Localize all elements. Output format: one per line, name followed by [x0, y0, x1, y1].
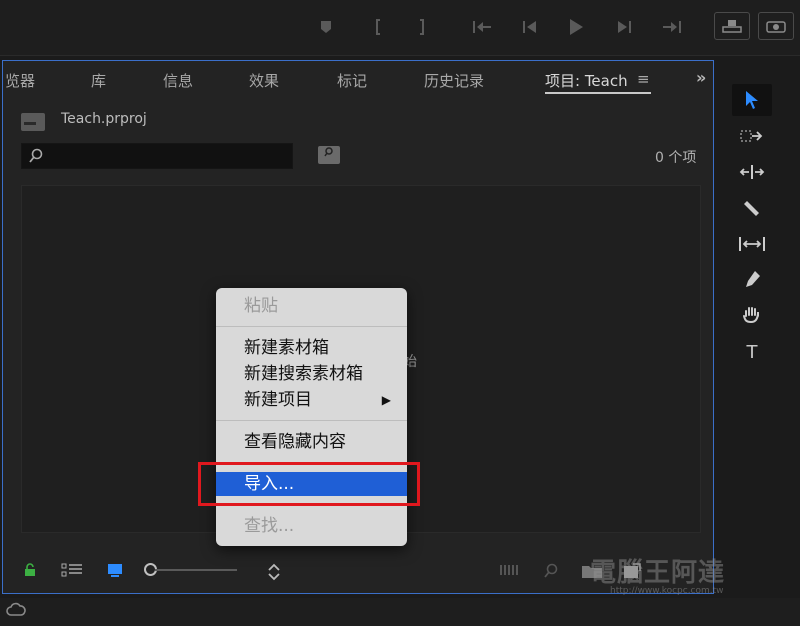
status-bar [0, 598, 800, 626]
transport-bar [0, 0, 800, 56]
panel-tabs: 览器 库 信息 效果 标记 历史记录 项目: Teach ≡ » [3, 61, 713, 99]
step-back-icon[interactable] [516, 14, 544, 40]
type-tool-icon[interactable]: T [732, 336, 772, 368]
go-to-in-icon[interactable] [468, 14, 496, 40]
tools-panel: T [724, 78, 788, 378]
list-view-icon[interactable] [61, 563, 83, 581]
menu-separator [216, 420, 407, 421]
razor-tool-icon[interactable] [732, 192, 772, 224]
automate-to-sequence-icon[interactable] [499, 563, 519, 581]
hand-tool-icon[interactable] [732, 300, 772, 332]
watermark-logo: 電腦王阿達 [590, 558, 726, 588]
icon-view-icon[interactable] [107, 563, 123, 581]
tab-effects[interactable]: 效果 [249, 70, 279, 91]
tab-history[interactable]: 历史记录 [424, 70, 484, 91]
annotation-highlight-box [198, 462, 420, 506]
out-point-icon[interactable] [408, 14, 436, 40]
menu-separator [216, 326, 407, 327]
play-icon[interactable] [562, 14, 590, 40]
project-file-icon [21, 113, 45, 131]
track-select-tool-icon[interactable] [732, 120, 772, 152]
menu-item-paste: 粘贴 [244, 296, 278, 316]
creative-cloud-icon[interactable] [6, 602, 26, 622]
go-to-out-icon[interactable] [658, 14, 686, 40]
tab-browser[interactable]: 览器 [5, 70, 35, 91]
pen-tool-icon[interactable] [732, 264, 772, 296]
panel-menu-icon[interactable]: ≡ [637, 70, 650, 88]
insert-icon[interactable] [714, 12, 750, 40]
menu-item-new-item[interactable]: 新建项目 ▶ [216, 388, 407, 412]
new-search-bin-icon[interactable] [318, 146, 340, 164]
in-point-icon[interactable] [364, 14, 392, 40]
item-count: 0 个项 [655, 150, 697, 166]
find-icon[interactable] [543, 563, 559, 583]
active-tab-indicator [545, 92, 651, 94]
ripple-edit-tool-icon[interactable] [732, 156, 772, 188]
menu-item-find: 查找... [244, 516, 295, 536]
lock-icon[interactable] [23, 563, 37, 581]
tab-info[interactable]: 信息 [163, 70, 193, 91]
export-frame-icon[interactable] [758, 12, 794, 40]
menu-item-new-item-label: 新建项目 [244, 390, 312, 410]
submenu-arrow-icon: ▶ [381, 393, 391, 407]
tab-project[interactable]: 项目: Teach [545, 70, 628, 91]
more-tabs-icon[interactable]: » [696, 68, 706, 87]
tab-markers[interactable]: 标记 [337, 70, 367, 91]
menu-item-view-hidden[interactable]: 查看隐藏内容 [216, 430, 407, 454]
sort-icon[interactable] [267, 563, 281, 585]
step-forward-icon[interactable] [610, 14, 638, 40]
search-icon [28, 148, 44, 164]
zoom-slider[interactable] [155, 569, 237, 571]
project-file-name: Teach.prproj [61, 111, 147, 127]
tab-libraries[interactable]: 库 [91, 70, 106, 91]
menu-item-new-bin[interactable]: 新建素材箱 [216, 336, 407, 360]
slip-tool-icon[interactable] [732, 228, 772, 260]
search-input[interactable] [21, 143, 293, 169]
context-menu: 粘贴 新建素材箱 新建搜索素材箱 新建项目 ▶ 查看隐藏内容 导入... 查找.… [216, 288, 407, 546]
watermark-url: http://www.kocpc.com.tw [610, 586, 724, 596]
selection-tool-icon[interactable] [732, 84, 772, 116]
marker-icon[interactable] [312, 14, 340, 40]
menu-item-new-search-bin[interactable]: 新建搜索素材箱 [216, 362, 407, 386]
